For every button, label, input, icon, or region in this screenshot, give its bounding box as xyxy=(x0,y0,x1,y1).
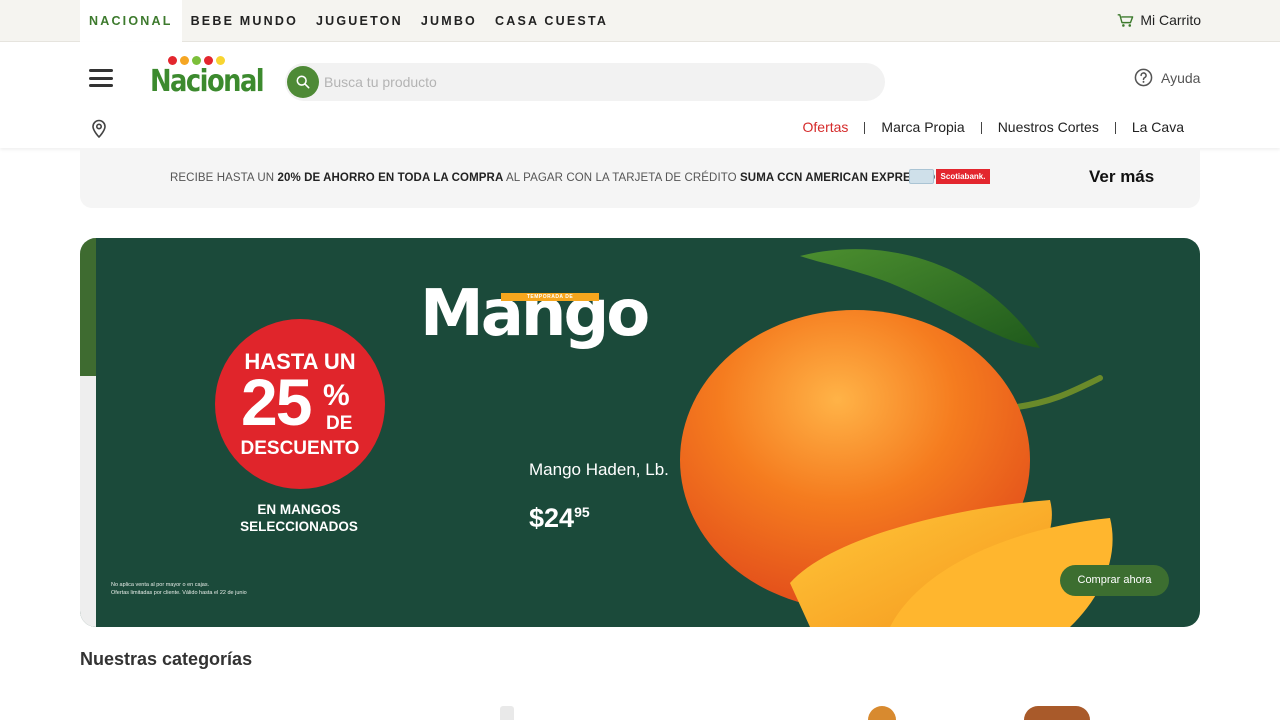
badge-percent-sign: % xyxy=(323,379,350,412)
promo-text-part: AL PAGAR CON LA TARJETA DE CRÉDITO xyxy=(503,172,741,184)
promo-card-name: SUMA CCN AMERICAN EXPRESS® xyxy=(740,172,935,184)
promo-more-link[interactable]: Ver más xyxy=(1089,167,1154,187)
location-pin-icon[interactable] xyxy=(90,118,108,138)
mango-image xyxy=(680,249,1113,627)
promo-strip: RECIBE HASTA UN 20% DE AHORRO EN TODA LA… xyxy=(80,148,1200,208)
buy-now-button[interactable]: Comprar ahora xyxy=(1060,565,1169,596)
product-price: $2495 xyxy=(529,503,590,534)
promo-card-logos: Scotiabank. xyxy=(909,169,990,184)
store-tab-nacional[interactable]: NACIONAL xyxy=(80,0,182,42)
nav-marca-propia[interactable]: Marca Propia xyxy=(865,119,980,136)
category-image-peek xyxy=(500,706,514,720)
nav-la-cava[interactable]: La Cava xyxy=(1116,119,1200,136)
price-main: $24 xyxy=(529,503,575,533)
nacional-logo[interactable]: Nacional xyxy=(150,56,265,100)
badge-de: DE xyxy=(326,413,353,434)
search-icon xyxy=(296,75,310,89)
badge-percentage: 25 xyxy=(241,365,312,439)
store-tabs: NACIONAL BEBE MUNDO JUGUETON JUMBO CASA … xyxy=(80,0,617,42)
help-label: Ayuda xyxy=(1161,69,1201,86)
category-image-peek xyxy=(868,706,896,720)
logo-wordmark: Nacional xyxy=(150,64,265,99)
discount-badge: HASTA UN 25 % DE DESCUENTO xyxy=(215,319,385,489)
amex-card-image xyxy=(909,169,934,184)
store-tab-bebe-mundo[interactable]: BEBE MUNDO xyxy=(182,0,307,42)
legal-line: No aplica venta al por mayor o en cajas. xyxy=(111,582,210,588)
price-cents: 95 xyxy=(574,504,590,520)
site-header: Nacional Ayuda Ofertas Marca Propia Nues… xyxy=(0,42,1280,148)
main-nav: Ofertas Marca Propia Nuestros Cortes La … xyxy=(787,119,1200,136)
nav-ofertas[interactable]: Ofertas xyxy=(787,119,865,136)
store-tab-jugueton[interactable]: JUGUETON xyxy=(307,0,412,42)
promo-text-emphasis: 20% DE AHORRO EN TODA LA COMPRA xyxy=(277,172,504,184)
store-tab-casa-cuesta[interactable]: CASA CUESTA xyxy=(486,0,617,42)
cart-icon xyxy=(1118,13,1134,27)
nav-nuestros-cortes[interactable]: Nuestros Cortes xyxy=(982,119,1115,136)
categories-heading: Nuestras categorías xyxy=(80,649,253,669)
badge-subtitle: EN MANGOS SELECCIONADOS xyxy=(240,502,358,534)
help-icon xyxy=(1134,68,1153,87)
store-tab-jumbo[interactable]: JUMBO xyxy=(412,0,486,42)
hero-left-edge-accent xyxy=(80,238,96,376)
cart-button[interactable]: Mi Carrito xyxy=(1117,12,1201,28)
search-bar xyxy=(285,63,885,101)
product-name: Mango Haden, Lb. xyxy=(529,460,669,479)
help-link[interactable]: Ayuda xyxy=(1134,68,1200,87)
legal-line: Ofertas limitadas por cliente. Válido ha… xyxy=(111,590,247,596)
hero-title: Mango xyxy=(420,277,650,351)
badge-line-3: DESCUENTO xyxy=(240,438,360,459)
cart-label: Mi Carrito xyxy=(1140,12,1201,28)
promo-text-part: RECIBE HASTA UN xyxy=(170,172,278,184)
store-switcher-bar: NACIONAL BEBE MUNDO JUGUETON JUMBO CASA … xyxy=(0,0,1280,42)
scotiabank-logo: Scotiabank. xyxy=(936,169,990,184)
promo-text: RECIBE HASTA UN 20% DE AHORRO EN TODA LA… xyxy=(170,172,935,184)
search-input[interactable] xyxy=(324,63,864,101)
hero-banner[interactable]: HASTA UN 25 % DE DESCUENTO EN MANGOS SEL… xyxy=(80,238,1200,627)
menu-icon[interactable] xyxy=(89,69,113,87)
season-tag: TEMPORADA DE xyxy=(501,293,599,301)
search-button[interactable] xyxy=(287,66,319,98)
category-image-peek xyxy=(1024,706,1090,720)
legal-disclaimer: No aplica venta al por mayor o en cajas.… xyxy=(111,581,311,597)
